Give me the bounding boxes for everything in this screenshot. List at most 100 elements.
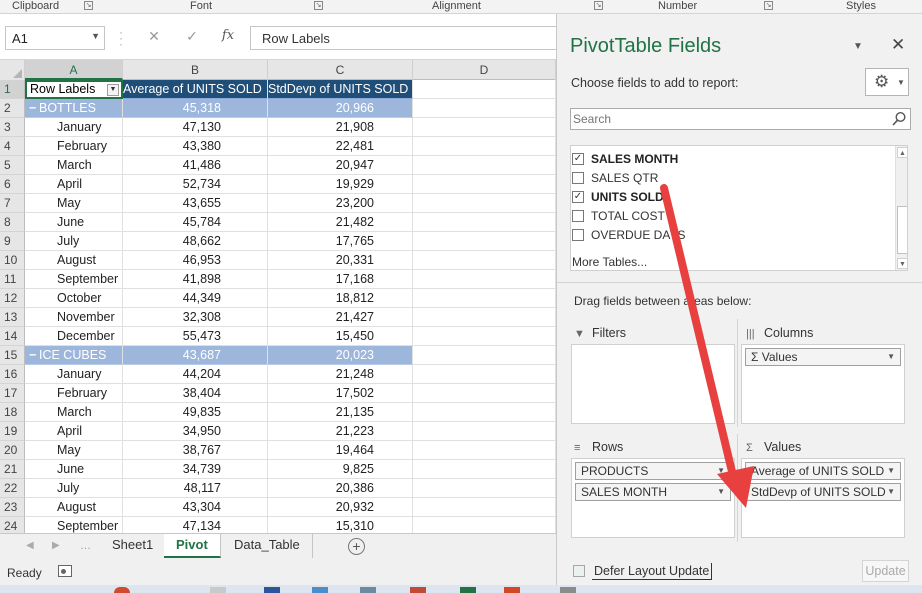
sheet-tab-pivot[interactable]: Pivot — [164, 534, 221, 558]
empty-cell[interactable] — [413, 384, 556, 403]
row-label-cell[interactable]: October — [25, 289, 123, 308]
collapse-icon[interactable]: − — [29, 99, 37, 117]
stddevp-cell[interactable]: 21,135 — [268, 403, 413, 422]
stddevp-cell[interactable]: 15,310 — [268, 517, 413, 533]
average-cell[interactable]: 43,380 — [123, 137, 268, 156]
taskbar-app-icon[interactable] — [114, 587, 130, 593]
field-checkbox[interactable] — [572, 229, 584, 241]
sheet-tab-data-table[interactable]: Data_Table — [222, 534, 313, 558]
stddevp-cell[interactable]: 23,200 — [268, 194, 413, 213]
row-label-cell[interactable]: − ICE CUBES — [25, 346, 123, 365]
row-header[interactable]: 13 — [0, 308, 25, 327]
columns-drop-area[interactable]: Σ Values ▼ — [741, 344, 905, 424]
stddevp-cell[interactable]: 20,947 — [268, 156, 413, 175]
stddevp-cell[interactable]: 18,812 — [268, 289, 413, 308]
row-header[interactable]: 8 — [0, 213, 25, 232]
row-label-cell[interactable]: April — [25, 422, 123, 441]
average-cell[interactable]: 38,767 — [123, 441, 268, 460]
macro-record-icon[interactable] — [58, 565, 72, 577]
scroll-down-icon[interactable]: ▼ — [897, 258, 907, 269]
field-checkbox[interactable] — [572, 210, 584, 222]
row-label-cell[interactable]: − BOTTLES — [25, 99, 123, 118]
resize-handle-icon[interactable]: · · · — [119, 26, 123, 50]
row-header[interactable]: 21 — [0, 460, 25, 479]
row-header[interactable]: 20 — [0, 441, 25, 460]
row-label-cell[interactable]: September — [25, 517, 123, 533]
average-cell[interactable]: 44,349 — [123, 289, 268, 308]
taskbar-app-icon[interactable] — [410, 587, 426, 593]
more-sheets-icon[interactable]: … — [80, 540, 91, 552]
empty-cell[interactable] — [413, 365, 556, 384]
stddevp-cell[interactable]: 21,223 — [268, 422, 413, 441]
dialog-launcher-icon[interactable]: ↘ — [84, 1, 93, 10]
empty-cell[interactable] — [413, 194, 556, 213]
row-label-cell[interactable]: November — [25, 308, 123, 327]
row-label-cell[interactable]: March — [25, 403, 123, 422]
row-label-cell[interactable]: February — [25, 384, 123, 403]
empty-cell[interactable] — [413, 422, 556, 441]
field-item[interactable]: SALES QTR — [571, 169, 891, 188]
field-list-scrollbar[interactable]: ▲ ▼ — [895, 146, 907, 270]
values-field-stddevp[interactable]: StdDevp of UNITS SOLD ▼ — [745, 483, 901, 501]
row-header[interactable]: 24 — [0, 517, 25, 533]
row-header[interactable]: 7 — [0, 194, 25, 213]
average-cell[interactable]: 44,204 — [123, 365, 268, 384]
stddevp-cell[interactable]: 21,482 — [268, 213, 413, 232]
average-cell[interactable]: 47,130 — [123, 118, 268, 137]
row-label-cell[interactable]: January — [25, 365, 123, 384]
row-header[interactable]: 10 — [0, 251, 25, 270]
taskbar-app-icon[interactable] — [560, 587, 576, 593]
field-item[interactable]: TOTAL COST — [571, 207, 891, 226]
average-cell[interactable]: 52,734 — [123, 175, 268, 194]
average-cell[interactable]: 48,662 — [123, 232, 268, 251]
row-header[interactable]: 18 — [0, 403, 25, 422]
enter-button[interactable]: ✓ — [183, 28, 201, 48]
row-header[interactable]: 2 — [0, 99, 25, 118]
empty-cell[interactable] — [413, 137, 556, 156]
empty-cell[interactable] — [413, 403, 556, 422]
stddevp-cell[interactable]: 21,248 — [268, 365, 413, 384]
scrollbar-thumb[interactable] — [897, 206, 907, 254]
empty-cell[interactable] — [413, 251, 556, 270]
row-header[interactable]: 4 — [0, 137, 25, 156]
row-label-cell[interactable]: March — [25, 156, 123, 175]
average-units-sold-header[interactable]: Average of UNITS SOLD — [123, 80, 268, 99]
average-cell[interactable]: 46,953 — [123, 251, 268, 270]
row-label-cell[interactable]: August — [25, 498, 123, 517]
average-cell[interactable]: 41,898 — [123, 270, 268, 289]
empty-cell[interactable] — [413, 80, 556, 99]
row-header[interactable]: 14 — [0, 327, 25, 346]
row-header[interactable]: 6 — [0, 175, 25, 194]
column-header-b[interactable]: B — [123, 60, 268, 80]
filters-drop-area[interactable] — [571, 344, 735, 424]
taskbar-app-icon[interactable] — [210, 587, 226, 593]
defer-checkbox[interactable] — [573, 565, 585, 577]
chevron-down-icon[interactable]: ▼ — [717, 463, 725, 479]
average-cell[interactable]: 34,950 — [123, 422, 268, 441]
collapse-icon[interactable]: − — [29, 346, 37, 364]
filter-dropdown-icon[interactable]: ▼ — [107, 84, 119, 96]
tools-button[interactable]: ⚙ ▼ — [865, 68, 909, 96]
sheet-tab-sheet1[interactable]: Sheet1 — [100, 534, 167, 558]
empty-cell[interactable] — [413, 270, 556, 289]
empty-cell[interactable] — [413, 346, 556, 365]
average-cell[interactable]: 49,835 — [123, 403, 268, 422]
stddevp-cell[interactable]: 19,929 — [268, 175, 413, 194]
stddevp-cell[interactable]: 22,481 — [268, 137, 413, 156]
row-label-cell[interactable]: May — [25, 441, 123, 460]
stddevp-cell[interactable]: 20,331 — [268, 251, 413, 270]
empty-cell[interactable] — [413, 441, 556, 460]
taskbar-app-icon[interactable] — [504, 587, 520, 593]
update-button[interactable]: Update — [862, 560, 909, 582]
average-cell[interactable]: 43,655 — [123, 194, 268, 213]
field-checkbox[interactable]: ✓ — [572, 191, 584, 203]
empty-cell[interactable] — [413, 517, 556, 533]
average-cell[interactable]: 34,739 — [123, 460, 268, 479]
rows-field-sales-month[interactable]: SALES MONTH ▼ — [575, 483, 731, 501]
average-cell[interactable]: 45,784 — [123, 213, 268, 232]
chevron-down-icon[interactable]: ▼ — [91, 31, 100, 41]
row-label-cell[interactable]: September — [25, 270, 123, 289]
average-cell[interactable]: 55,473 — [123, 327, 268, 346]
close-icon[interactable]: ✕ — [891, 35, 905, 55]
row-label-cell[interactable]: July — [25, 479, 123, 498]
